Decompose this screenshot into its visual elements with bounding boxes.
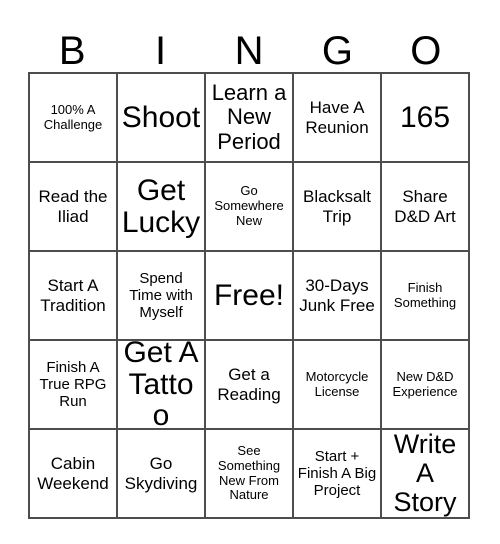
bingo-cell[interactable]: Motorcycle License: [294, 341, 382, 430]
bingo-cell[interactable]: 30-Days Junk Free: [294, 252, 382, 341]
bingo-header-letter-n: N: [205, 14, 293, 72]
bingo-cell[interactable]: Go Somewhere New: [206, 163, 294, 252]
bingo-cell[interactable]: New D&D Experience: [382, 341, 470, 430]
bingo-cell[interactable]: Blacksalt Trip: [294, 163, 382, 252]
bingo-cell-label: Read the Iliad: [38, 187, 108, 226]
bingo-cell-label: Free!: [213, 278, 285, 312]
bingo-cell-label: New D&D Experience: [392, 368, 458, 399]
bingo-header-letter-i: I: [116, 14, 204, 72]
bingo-cell-label: Motorcycle License: [305, 368, 369, 399]
bingo-cell[interactable]: Cabin Weekend: [30, 430, 118, 519]
bingo-cell[interactable]: See Something New From Nature: [206, 430, 294, 519]
header-letter-text: B: [58, 29, 86, 73]
bingo-free-space-cell[interactable]: Free!: [206, 252, 294, 341]
bingo-cell-label: Finish A True RPG Run: [39, 358, 107, 411]
header-letter-text: O: [410, 29, 442, 73]
bingo-grid: 100% A Challenge Shoot Learn a New Perio…: [28, 72, 470, 519]
bingo-cell-label: Get A Tattoo: [123, 341, 199, 430]
bingo-cell-label: See Something New From Nature: [217, 442, 281, 503]
bingo-cell[interactable]: Finish Something: [382, 252, 470, 341]
header-letter-text: N: [234, 29, 264, 73]
bingo-cell-label: Spend Time with Myself: [129, 269, 193, 322]
bingo-cell[interactable]: Learn a New Period: [206, 74, 294, 163]
bingo-cell-label: Cabin Weekend: [37, 454, 109, 493]
bingo-header-letter-g: G: [293, 14, 381, 72]
bingo-cell-label: Get Lucky: [121, 174, 201, 239]
header-letter-text: I: [155, 29, 167, 73]
bingo-cell-label: Write A Story: [393, 430, 457, 518]
bingo-cell[interactable]: Have A Reunion: [294, 74, 382, 163]
bingo-cell[interactable]: 165: [382, 74, 470, 163]
bingo-cell[interactable]: Shoot: [118, 74, 206, 163]
bingo-header-letter-o: O: [382, 14, 470, 72]
bingo-cell-label: Start + Finish A Big Project: [297, 447, 377, 500]
bingo-cell-label: 100% A Challenge: [43, 101, 103, 132]
bingo-cell-label: 165: [399, 100, 451, 134]
bingo-cell-label: Have A Reunion: [305, 98, 369, 137]
bingo-cell-label: Learn a New Period: [211, 80, 287, 154]
bingo-cell[interactable]: Finish A True RPG Run: [30, 341, 118, 430]
bingo-cell[interactable]: Write A Story: [382, 430, 470, 519]
bingo-cell-label: Blacksalt Trip: [302, 187, 372, 226]
bingo-cell-label: Get a Reading: [217, 365, 281, 404]
bingo-header-row: B I N G O: [28, 14, 470, 72]
bingo-cell-label: 30-Days Junk Free: [299, 276, 375, 315]
bingo-cell-label: Go Somewhere New: [214, 183, 284, 228]
bingo-cell[interactable]: 100% A Challenge: [30, 74, 118, 163]
bingo-header-letter-b: B: [28, 14, 116, 72]
bingo-cell[interactable]: Start + Finish A Big Project: [294, 430, 382, 519]
bingo-cell[interactable]: Share D&D Art: [382, 163, 470, 252]
bingo-cell-label: Start A Tradition: [40, 276, 106, 315]
bingo-cell-label: Finish Something: [393, 279, 457, 310]
bingo-card: B I N G O 100% A Challenge Shoot Learn a…: [0, 0, 500, 544]
bingo-cell[interactable]: Get A Tattoo: [118, 341, 206, 430]
header-letter-text: G: [321, 29, 353, 73]
bingo-cell[interactable]: Get Lucky: [118, 163, 206, 252]
bingo-cell[interactable]: Spend Time with Myself: [118, 252, 206, 341]
bingo-cell[interactable]: Get a Reading: [206, 341, 294, 430]
bingo-cell-label: Shoot: [121, 100, 201, 134]
bingo-cell[interactable]: Go Skydiving: [118, 430, 206, 519]
bingo-cell[interactable]: Start A Tradition: [30, 252, 118, 341]
bingo-cell-label: Go Skydiving: [124, 454, 198, 493]
bingo-cell-label: Share D&D Art: [394, 187, 456, 226]
bingo-cell[interactable]: Read the Iliad: [30, 163, 118, 252]
